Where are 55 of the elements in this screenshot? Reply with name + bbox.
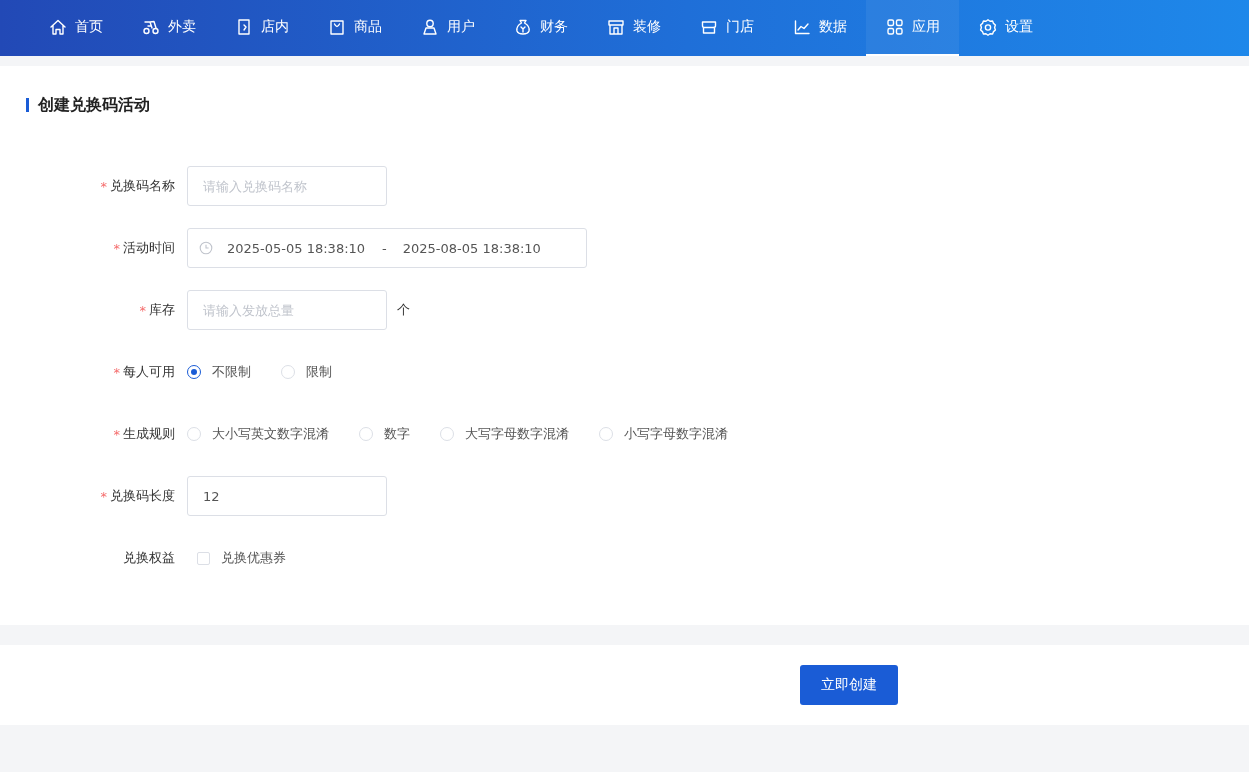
- field-label: 每人可用: [123, 363, 175, 381]
- money-bag-icon: [513, 18, 532, 36]
- nav-tab[interactable]: 设置: [959, 0, 1052, 56]
- required-mark: *: [113, 240, 120, 256]
- home-icon: [48, 18, 67, 36]
- create-button[interactable]: 立即创建: [800, 665, 898, 705]
- start-date: 2025-05-05 18:38:10: [227, 240, 366, 256]
- settings-icon: [978, 18, 997, 36]
- shop-icon: [699, 18, 718, 36]
- option-label: 大小写英文数字混淆: [212, 425, 329, 443]
- field-label: 兑换码名称: [110, 177, 175, 195]
- nav-tab[interactable]: 门店: [680, 0, 773, 56]
- range-separator: -: [382, 240, 387, 256]
- field-label: 活动时间: [123, 239, 175, 257]
- option-label: 数字: [384, 425, 410, 443]
- user-icon: [420, 18, 439, 36]
- scooter-icon: [141, 18, 160, 36]
- checkbox[interactable]: [197, 551, 210, 565]
- bag-icon: [327, 18, 346, 36]
- field-label: 兑换码长度: [110, 487, 175, 505]
- nav-tab[interactable]: 店内: [215, 0, 308, 56]
- input-field[interactable]: 请输入兑换码名称: [187, 166, 387, 206]
- title-accent-bar: [26, 98, 29, 112]
- field-label: 生成规则: [123, 425, 175, 443]
- required-mark: *: [113, 364, 120, 380]
- option-label: 大写字母数字混淆: [465, 425, 569, 443]
- required-mark: *: [139, 302, 146, 318]
- option-label: 兑换优惠券: [221, 549, 286, 567]
- required-mark: *: [100, 488, 107, 504]
- nav-tab[interactable]: 首页: [29, 0, 122, 56]
- option-label: 限制: [306, 363, 332, 381]
- grid-icon: [885, 18, 904, 36]
- end-date: 2025-08-05 18:38:10: [402, 240, 541, 256]
- nav-tab[interactable]: 外卖: [122, 0, 215, 56]
- section-title: 创建兑换码活动: [38, 94, 150, 116]
- storefront-icon: [606, 18, 625, 36]
- required-mark: *: [113, 426, 120, 442]
- input-field[interactable]: 请输入发放总量: [187, 290, 387, 330]
- field-label: 兑换权益: [123, 549, 175, 567]
- nav-tab[interactable]: 数据: [773, 0, 866, 56]
- option-label: 不限制: [212, 363, 251, 381]
- required-mark: *: [100, 178, 107, 194]
- field-label: 库存: [149, 301, 175, 319]
- date-range-field[interactable]: 2025-05-05 18:38:10 - 2025-08-05 18:38:10: [187, 228, 587, 268]
- radio-button[interactable]: [187, 365, 201, 379]
- clock-icon: [199, 241, 213, 255]
- nav-tab[interactable]: 装修: [587, 0, 680, 56]
- unit-label: 个: [397, 301, 410, 319]
- option-label: 小写字母数字混淆: [624, 425, 728, 443]
- input-field[interactable]: 12: [187, 476, 387, 516]
- line-chart-icon: [792, 18, 811, 36]
- nav-tab[interactable]: 商品: [308, 0, 401, 56]
- nav-tab[interactable]: 应用: [866, 0, 959, 56]
- nav-tab[interactable]: 用户: [401, 0, 494, 56]
- nav-tab[interactable]: 财务: [494, 0, 587, 56]
